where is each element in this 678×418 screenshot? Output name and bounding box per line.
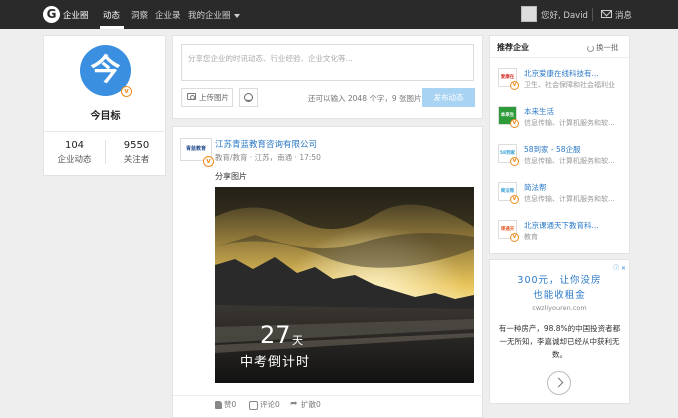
post-image[interactable]: 27 天 中考倒计时 xyxy=(215,187,474,383)
post-meta: 教育/教育 · 江苏，南通 · 17:50 xyxy=(215,153,321,162)
verified-badge-icon: v xyxy=(510,81,519,90)
stat-followers-label: 关注者 xyxy=(123,155,150,165)
thumbs-up-icon xyxy=(215,401,222,409)
feed-post: 青蓝教育 v 江苏青蓝教育咨询有限公司 教育/教育 · 江苏，南通 · 17:5… xyxy=(172,126,483,418)
verified-badge-icon: v xyxy=(510,233,519,242)
rec-company-industry: 信息传输、计算机服务和软... xyxy=(524,195,615,203)
ad-headline[interactable]: 300元，让你没房 xyxy=(490,272,629,286)
rec-company-industry: 信息传输、计算机服务和软... xyxy=(524,119,615,127)
like-count: 赞0 xyxy=(224,400,237,409)
user-greeting[interactable]: 您好, David xyxy=(541,9,588,21)
nav-item-my-circle[interactable]: 我的企业圈 xyxy=(188,9,240,21)
rec-company-industry: 教育 xyxy=(524,233,538,241)
countdown-unit: 天 xyxy=(292,334,303,347)
app-logo-icon[interactable]: G xyxy=(43,6,60,23)
comment-count: 评论0 xyxy=(260,400,280,409)
post-text: 分享图片 xyxy=(215,172,247,181)
nav-item-directory[interactable]: 企业录 xyxy=(155,9,181,21)
ad-subheadline[interactable]: 也能收租金 xyxy=(490,287,629,301)
verified-badge-icon: v xyxy=(510,157,519,166)
emoji-icon xyxy=(244,93,253,102)
comment-icon xyxy=(249,400,258,410)
nav-item-insight[interactable]: 洞察 xyxy=(131,9,148,21)
advertisement[interactable]: ⓘ ✕ 300元，让你没房 也能收租金 cwzliyouren.com 有一种房… xyxy=(489,259,630,404)
mail-icon[interactable] xyxy=(601,10,612,18)
countdown-number: 27 xyxy=(260,321,291,349)
recommended-companies-panel: 推荐企业 换一批 爱康在线 v 北京爱康在线科技有... 卫生、社会保障和社会福… xyxy=(489,35,630,254)
active-nav-indicator xyxy=(100,26,124,29)
refresh-icon xyxy=(587,44,594,52)
emoji-button[interactable] xyxy=(239,88,258,107)
stat-followers[interactable]: 9550 关注者 xyxy=(106,140,167,165)
countdown-caption: 中考倒计时 xyxy=(240,355,311,370)
refresh-button[interactable]: 换一批 xyxy=(587,42,619,53)
panel-title: 推荐企业 xyxy=(497,43,529,52)
upload-image-label: 上传图片 xyxy=(199,93,229,102)
share-icon xyxy=(290,399,299,410)
publish-button[interactable]: 发布动态 xyxy=(422,88,475,107)
remaining-count: 还可以输入 2048 个字，9 张图片 xyxy=(308,94,422,103)
chevron-right-icon[interactable] xyxy=(547,371,571,395)
like-button[interactable]: 赞0 xyxy=(215,399,236,410)
post-composer: 分享您企业的时讯动态、行业经验、企业文化等... 上传图片 还可以输入 2048… xyxy=(172,35,483,119)
verified-badge-icon: v xyxy=(510,119,519,128)
upload-image-button[interactable]: 上传图片 xyxy=(181,88,233,107)
rec-item[interactable]: 简法帮 v 简法帮 信息传输、计算机服务和软... xyxy=(490,176,629,214)
rec-company-name[interactable]: 简法帮 xyxy=(524,182,622,193)
verified-badge-icon: v xyxy=(121,86,132,97)
top-navbar: G 企业圈 动态 洞察 企业录 我的企业圈 您好, David 消息 xyxy=(0,0,678,29)
rec-item[interactable]: 本来生活 v 本来生活 信息传输、计算机服务和软... xyxy=(490,100,629,138)
post-author-name[interactable]: 江苏青蓝教育咨询有限公司 xyxy=(215,138,317,150)
divider xyxy=(44,131,167,132)
rec-company-industry: 卫生、社会保障和社会福利业 xyxy=(524,81,615,89)
refresh-label: 换一批 xyxy=(596,43,619,52)
company-profile-card: 今 v 今目标 104 企业动态 9550 关注者 xyxy=(43,35,167,176)
verified-badge-icon: v xyxy=(510,195,519,204)
rec-company-name[interactable]: 北京课通天下教育科... xyxy=(524,220,622,231)
stat-followers-value: 9550 xyxy=(123,140,150,151)
rec-item[interactable]: 58到家 v 58到家 - 58企服 信息传输、计算机服务和软... xyxy=(490,138,629,176)
company-name[interactable]: 今目标 xyxy=(44,107,167,122)
stat-posts-label: 企业动态 xyxy=(57,155,92,165)
rec-company-name[interactable]: 本来生活 xyxy=(524,106,622,117)
comment-button[interactable]: 评论0 xyxy=(249,399,280,410)
rec-company-name[interactable]: 58到家 - 58企服 xyxy=(524,144,622,155)
brand-name[interactable]: 企业圈 xyxy=(63,9,89,21)
nav-divider xyxy=(592,8,593,21)
rec-company-name[interactable]: 北京爱康在线科技有... xyxy=(524,68,622,79)
rec-company-industry: 信息传输、计算机服务和软... xyxy=(524,157,615,165)
nav-item-my-circle-label: 我的企业圈 xyxy=(188,11,231,21)
nav-item-feed[interactable]: 动态 xyxy=(103,9,120,21)
stat-posts[interactable]: 104 企业动态 xyxy=(44,140,105,165)
ad-body: 有一种房产，98.8%的中国投资者都一无所知，李嘉诚却已经从中获利无数。 xyxy=(498,324,621,359)
share-button[interactable]: 扩散0 xyxy=(290,399,321,410)
rec-item[interactable]: 爱康在线 v 北京爱康在线科技有... 卫生、社会保障和社会福利业 xyxy=(490,62,629,100)
share-count: 扩散0 xyxy=(301,400,321,409)
ad-url[interactable]: cwzliyouren.com xyxy=(490,304,629,312)
camera-icon xyxy=(187,93,196,100)
ad-close-icon[interactable]: ⓘ ✕ xyxy=(613,263,626,272)
user-avatar[interactable] xyxy=(521,6,537,22)
verified-badge-icon: v xyxy=(203,156,214,167)
messages-link[interactable]: 消息 xyxy=(615,9,632,21)
divider xyxy=(490,57,629,58)
stat-posts-value: 104 xyxy=(64,140,85,151)
divider xyxy=(173,395,482,396)
chevron-down-icon xyxy=(233,13,240,18)
rec-item[interactable]: 课通天下 v 北京课通天下教育科... 教育 xyxy=(490,214,629,252)
compose-textarea[interactable]: 分享您企业的时讯动态、行业经验、企业文化等... xyxy=(181,44,474,81)
